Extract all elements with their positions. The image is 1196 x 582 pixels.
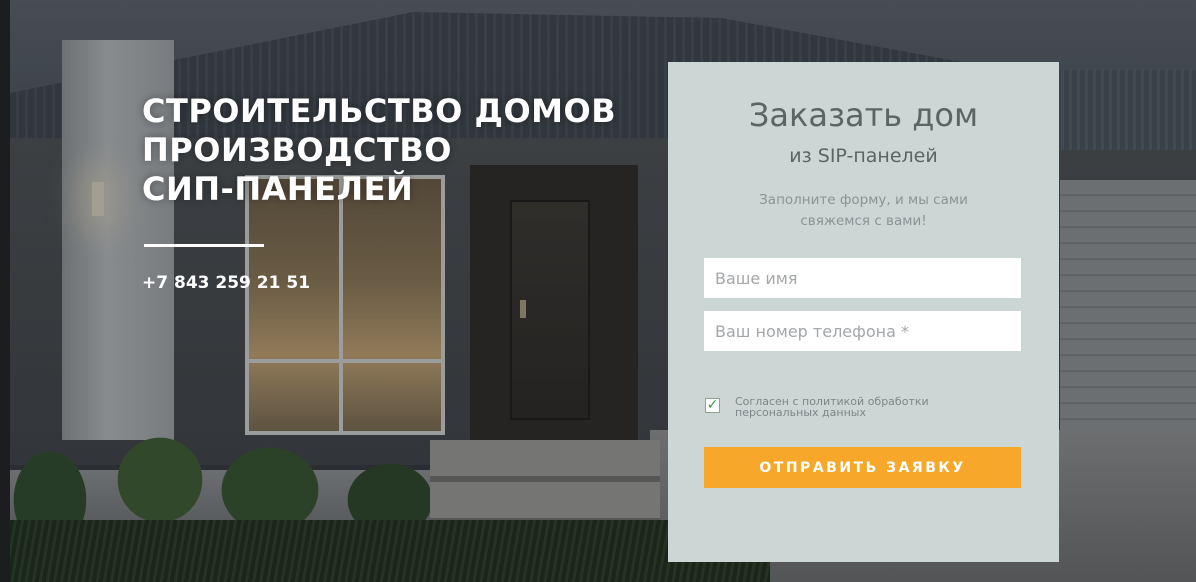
hero-title: СТРОИТЕЛЬСТВО ДОМОВ ПРОИЗВОДСТВО СИП-ПАН… [142,92,622,209]
hero-title-line-1: СТРОИТЕЛЬСТВО ДОМОВ [142,92,617,130]
hero-title-line-3: СИП-ПАНЕЛЕЙ [142,170,414,208]
phone-input[interactable] [704,311,1021,351]
consent-checkbox[interactable]: ✓ [705,398,720,413]
form-note-line-1: Заполните форму, и мы сами [759,192,968,208]
checkmark-icon: ✓ [706,397,719,413]
hero-divider [144,244,264,247]
submit-button[interactable]: ОТПРАВИТЬ ЗАЯВКУ [704,447,1021,488]
name-input[interactable] [704,258,1021,298]
consent-label: Согласен с политикой обработки персональ… [735,396,995,418]
hero-phone-link[interactable]: +7 843 259 21 51 [142,273,310,293]
form-title: Заказать дом [748,96,979,134]
form-note: Заполните форму, и мы сами свяжемся с ва… [668,190,1059,232]
form-subtitle: из SIP-панелей [789,145,938,167]
consent-label-line-2: персональных данных [735,406,866,419]
form-note-line-2: свяжемся с вами! [800,213,927,229]
consent-row: ✓ Согласен с политикой обработки персона… [705,396,1025,426]
hero-title-line-2: ПРОИЗВОДСТВО [142,131,452,169]
